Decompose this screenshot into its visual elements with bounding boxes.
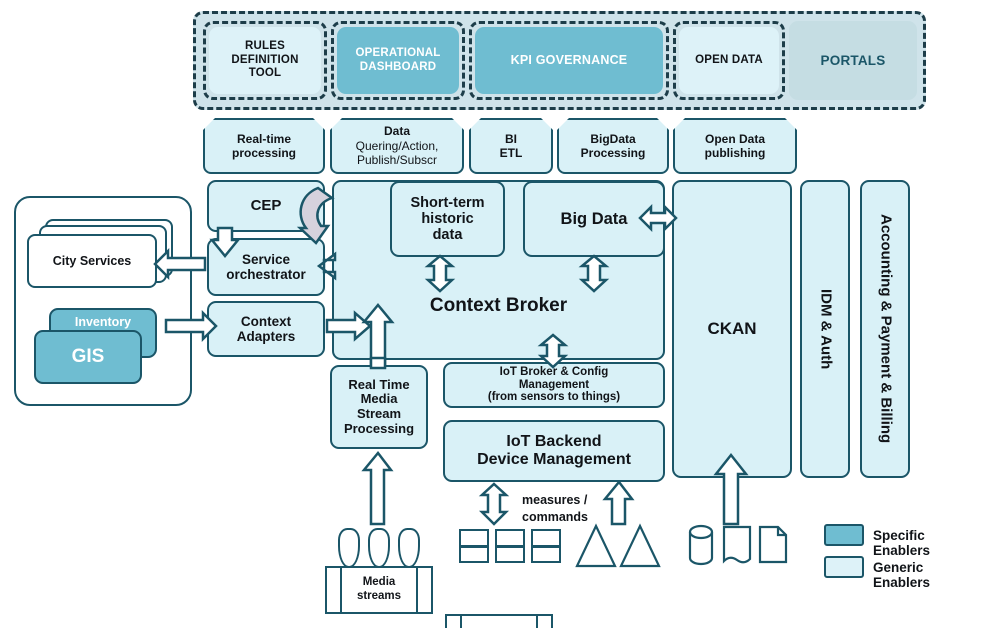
capability-line: Data	[383, 124, 410, 139]
iot-broker-config-management-box[interactable]: IoT Broker & Config Management (from sen…	[443, 362, 665, 408]
measures-commands-line2: commands	[522, 510, 588, 524]
architecture-diagram: RULES DEFINITION TOOL OPERATIONAL DASHBO…	[0, 0, 984, 628]
rtms-line: Stream	[356, 406, 402, 421]
city-services-card[interactable]: City Services	[27, 234, 157, 288]
service-orchestrator-line: Service	[241, 251, 291, 267]
city-services-label: City Services	[52, 253, 132, 268]
app-label-line: RULES	[245, 40, 285, 53]
inventory-label: Inventory	[74, 315, 132, 329]
sensor-triangle-icons	[575, 523, 661, 568]
app-label-line: DEFINITION	[231, 53, 299, 66]
capability-line: processing	[231, 146, 297, 160]
iot-broker-line: IoT Broker & Config	[499, 365, 609, 378]
accounting-payment-billing-box[interactable]: Accounting & Payment & Billing	[860, 180, 910, 478]
actuator-icon	[495, 529, 525, 563]
app-label-line: TOOL	[248, 67, 282, 80]
capability-line: Processing	[580, 146, 646, 160]
app-tile-rules-definition-tool[interactable]: RULES DEFINITION TOOL	[209, 27, 321, 94]
short-term-line: data	[432, 227, 463, 244]
service-orchestrator-box[interactable]: Service orchestrator	[207, 238, 325, 296]
app-label-line: OPEN DATA	[695, 53, 763, 66]
arrow-actuators-iot-backend	[478, 482, 510, 526]
cep-box[interactable]: CEP	[207, 180, 325, 232]
app-label-line: PORTALS	[820, 52, 886, 68]
legend-label-specific: Specific Enablers	[873, 528, 931, 558]
capability-bi-etl[interactable]: BI ETL	[469, 118, 553, 174]
actuator-icon	[459, 529, 489, 563]
ckan-box[interactable]: CKAN	[672, 180, 792, 478]
service-orchestrator-line: orchestrator	[226, 267, 306, 282]
open-data-source-icons	[688, 524, 788, 566]
short-term-line: historic	[421, 210, 474, 227]
context-broker-label: Context Broker	[429, 294, 568, 316]
device-line: Media	[362, 576, 396, 589]
capability-line: Publish/Subscr	[356, 153, 438, 168]
app-tile-kpi-governance[interactable]: KPI GOVERNANCE	[475, 27, 663, 94]
rtms-line: Media	[360, 391, 398, 407]
app-tile-open-data[interactable]: OPEN DATA	[679, 27, 779, 94]
iot-broker-line: (from sensors to things)	[487, 391, 621, 404]
legend-swatch-generic	[824, 556, 864, 578]
rtms-line: Real Time	[348, 376, 410, 392]
capability-line: Open Data	[704, 131, 765, 146]
big-data-label: Big Data	[560, 209, 628, 228]
capability-open-data-publishing[interactable]: Open Data publishing	[673, 118, 797, 174]
capability-line: BI	[505, 131, 517, 146]
media-stream-icon	[338, 528, 360, 568]
accounting-label: Accounting & Payment & Billing	[877, 214, 895, 444]
iot-backend-device-management-box[interactable]: IoT Backend Device Management	[443, 420, 665, 482]
legend-label-generic: Generic Enablers	[873, 560, 931, 590]
context-adapters-line: Context	[240, 313, 292, 329]
iot-backend-line: IoT Backend	[506, 433, 602, 451]
iot-broker-line: Management	[518, 378, 590, 391]
actuator-icon	[531, 529, 561, 563]
app-label-line: KPI GOVERNANCE	[510, 53, 628, 68]
device-line: streams	[356, 590, 402, 602]
arrow-media-streams-to-processing	[361, 450, 394, 526]
idm-auth-box[interactable]: IDM & Auth	[800, 180, 850, 478]
measures-commands-line1: measures /	[522, 493, 588, 507]
gis-label: GIS	[71, 346, 105, 368]
context-adapters-box[interactable]: Context Adapters	[207, 301, 325, 357]
app-tile-operational-dashboard[interactable]: OPERATIONAL DASHBOARD	[337, 27, 459, 94]
device-box-actuators[interactable]: actuators	[445, 614, 553, 628]
media-stream-icon	[398, 528, 420, 568]
capability-line: BigData	[590, 131, 636, 146]
gis-card[interactable]: GIS	[34, 330, 142, 384]
big-data-box[interactable]: Big Data	[523, 181, 665, 257]
capability-real-time-processing[interactable]: Real-time processing	[203, 118, 325, 174]
iot-backend-line: Device Management	[477, 451, 631, 468]
capability-line: Real-time	[236, 131, 292, 146]
device-box-media-streams[interactable]: Media streams	[325, 566, 433, 614]
capability-data-querying[interactable]: Data Quering/Action, Publish/Subscr	[330, 118, 464, 174]
arrow-sensors-to-iot-backend	[602, 479, 635, 526]
capability-line: Quering/Action,	[355, 138, 439, 153]
rtms-line: Processing	[343, 420, 415, 436]
context-adapters-line: Adapters	[236, 329, 296, 344]
capability-line: publishing	[704, 146, 766, 160]
legend-swatch-specific	[824, 524, 864, 546]
app-label-line: DASHBOARD	[359, 60, 437, 73]
idm-auth-label: IDM & Auth	[817, 288, 835, 370]
cep-label: CEP	[250, 196, 282, 214]
ckan-label: CKAN	[707, 319, 757, 339]
real-time-media-stream-processing-box[interactable]: Real Time Media Stream Processing	[330, 365, 428, 449]
short-term-line: Short-term	[410, 194, 485, 211]
app-label-line: OPERATIONAL	[355, 46, 441, 59]
short-term-historic-data-box[interactable]: Short-term historic data	[390, 181, 505, 257]
media-stream-icon	[368, 528, 390, 568]
app-tile-portals[interactable]: PORTALS	[789, 21, 917, 100]
capability-bigdata-processing[interactable]: BigData Processing	[557, 118, 669, 174]
capability-line: ETL	[499, 146, 523, 160]
